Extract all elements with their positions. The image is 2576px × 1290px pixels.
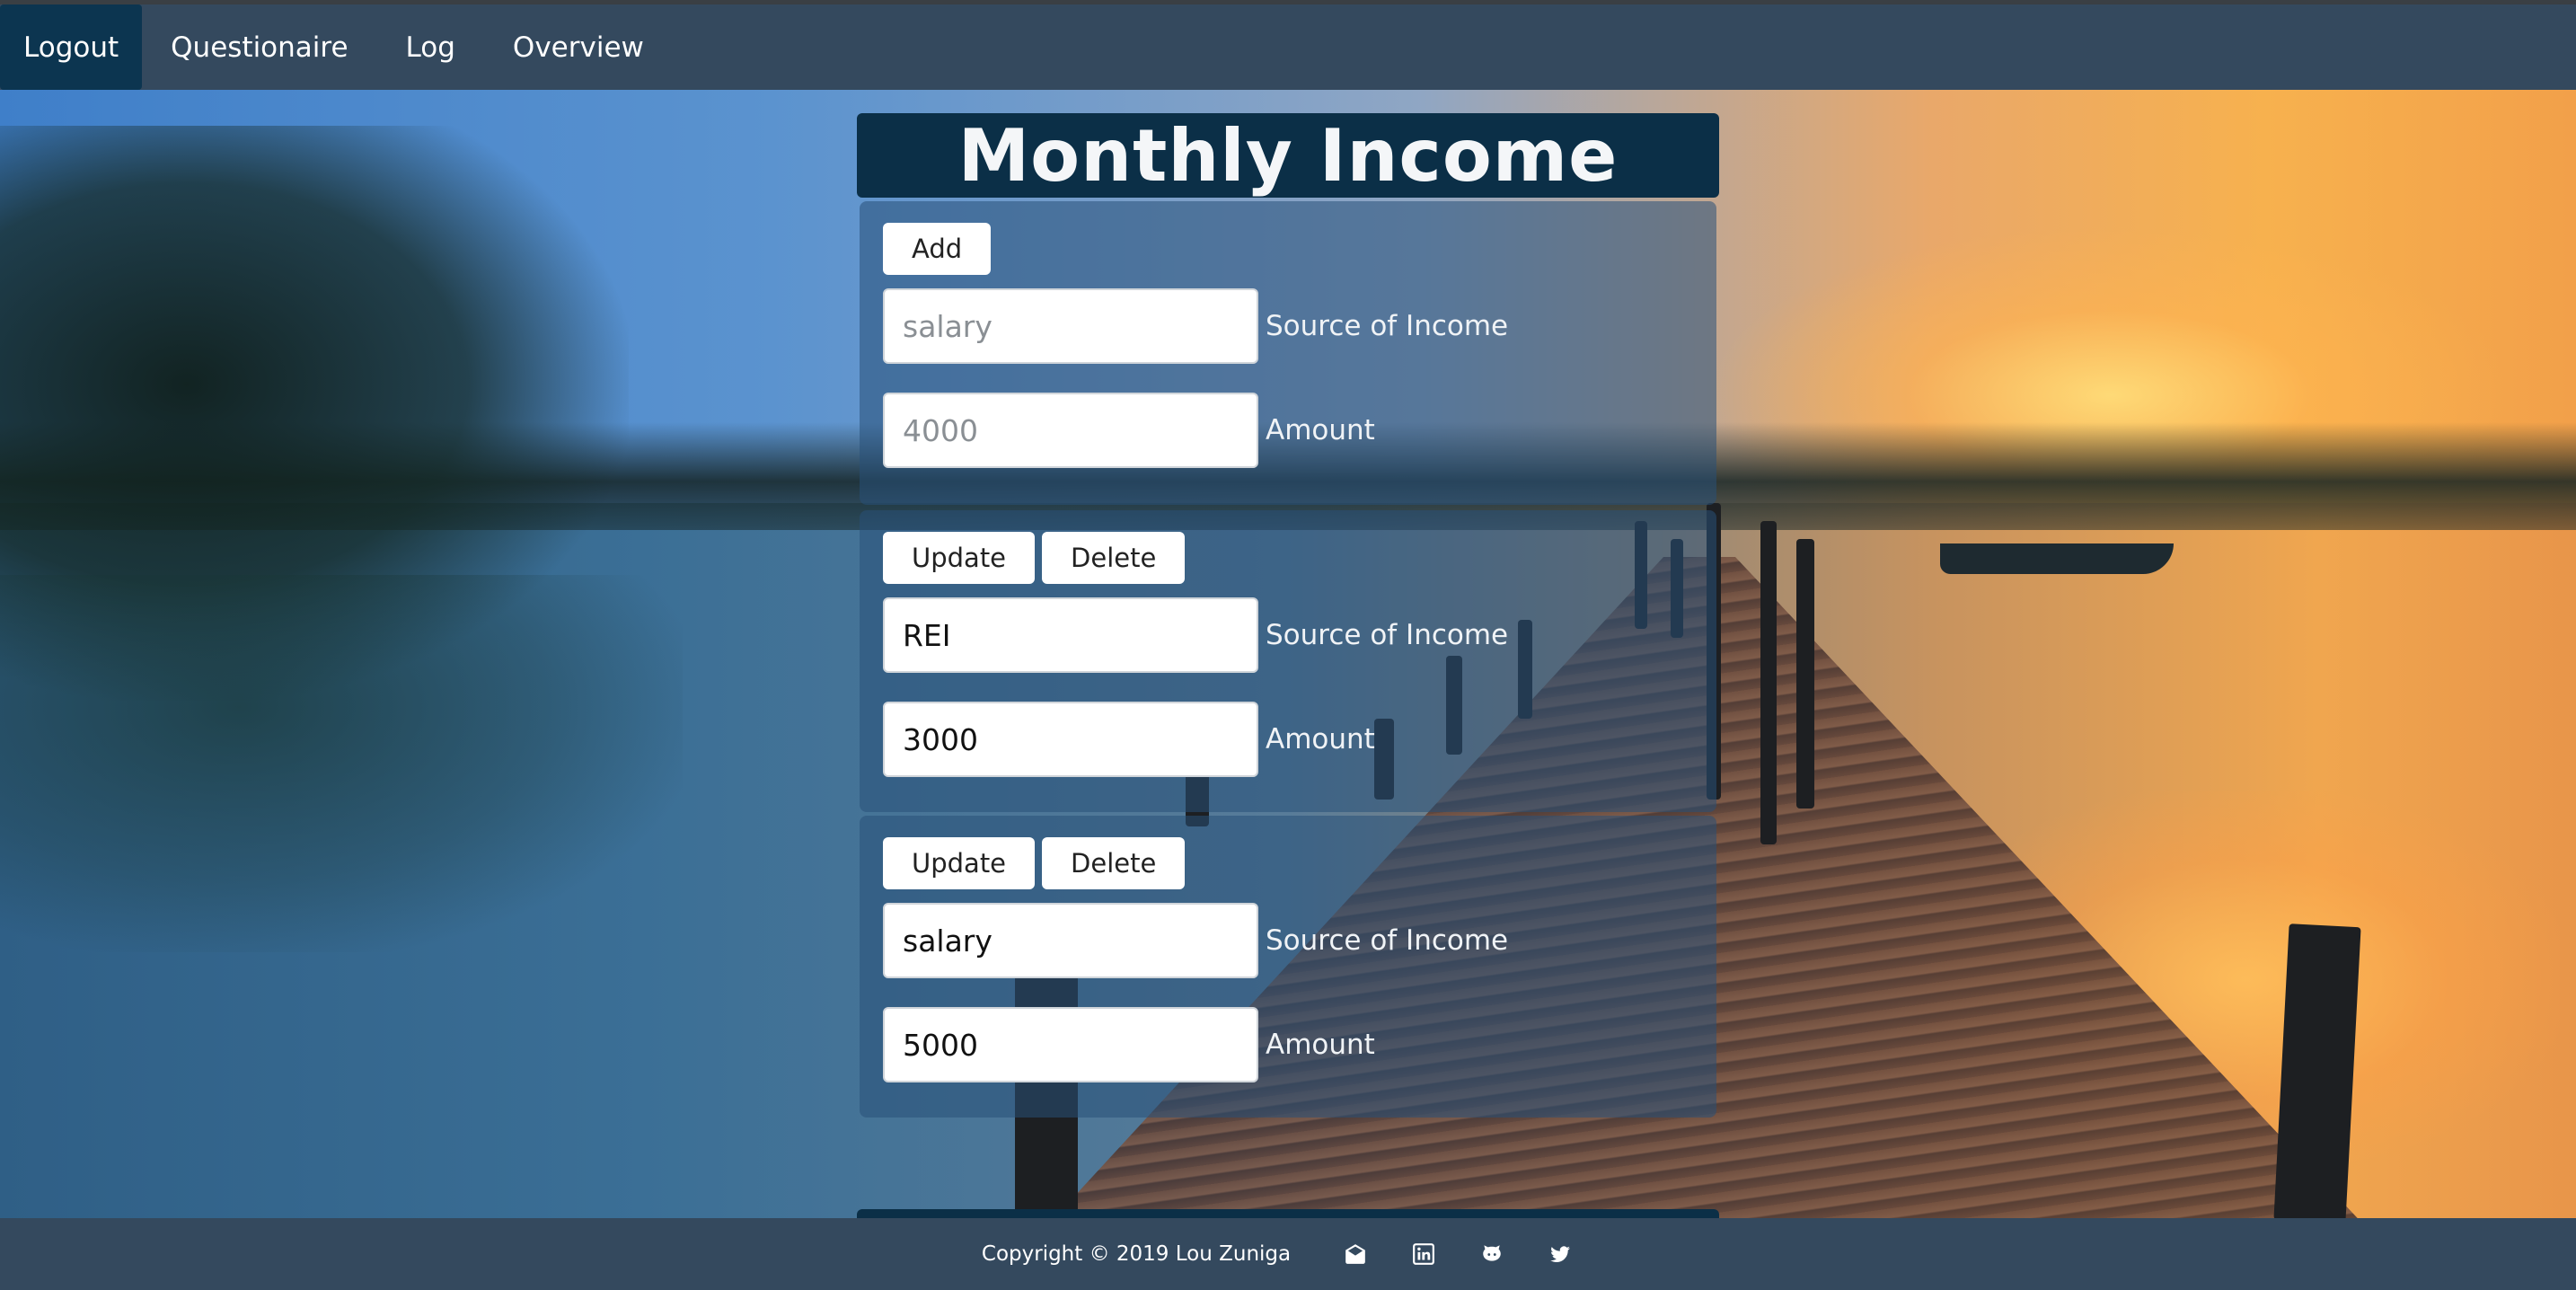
source-input[interactable]: [883, 288, 1258, 364]
amount-label: Amount: [1266, 723, 1375, 755]
entry-button-row: Update Delete: [883, 837, 1693, 889]
entry-button-row: Update Delete: [883, 532, 1693, 584]
page-title-box: Monthly Income: [857, 113, 1719, 198]
delete-button[interactable]: Delete: [1042, 837, 1186, 889]
mail-icon[interactable]: [1337, 1236, 1373, 1272]
add-button-row: Add: [883, 223, 1693, 275]
nav-overview[interactable]: Overview: [484, 4, 673, 90]
update-button[interactable]: Update: [883, 532, 1036, 584]
source-label: Source of Income: [1266, 924, 1509, 957]
nav-logout[interactable]: Logout: [0, 4, 143, 90]
amount-input[interactable]: [883, 702, 1258, 777]
source-row: Source of Income: [883, 903, 1693, 978]
source-input[interactable]: [883, 597, 1258, 673]
github-icon[interactable]: [1474, 1236, 1510, 1272]
copyright-text: Copyright © 2019 Lou Zuniga: [981, 1242, 1292, 1266]
footer: Copyright © 2019 Lou Zuniga: [0, 1218, 2576, 1290]
amount-input[interactable]: [883, 1007, 1258, 1082]
navbar: Logout Questionaire Log Overview: [0, 4, 2576, 90]
amount-row: Amount: [883, 393, 1693, 468]
add-button[interactable]: Add: [883, 223, 992, 275]
page-title: Monthly Income: [957, 113, 1619, 198]
amount-label: Amount: [1266, 414, 1375, 446]
income-entry: Update Delete Source of Income Amount: [860, 510, 1716, 812]
amount-row: Amount: [883, 702, 1693, 777]
twitter-icon[interactable]: [1542, 1236, 1578, 1272]
delete-button[interactable]: Delete: [1042, 532, 1186, 584]
income-entry: Update Delete Source of Income Amount: [860, 816, 1716, 1118]
source-row: Source of Income: [883, 288, 1693, 364]
amount-input[interactable]: [883, 393, 1258, 468]
nav-questionaire[interactable]: Questionaire: [142, 4, 376, 90]
add-income-card: Add Source of Income Amount: [860, 201, 1716, 505]
source-label: Source of Income: [1266, 310, 1509, 342]
source-row: Source of Income: [883, 597, 1693, 673]
source-input[interactable]: [883, 903, 1258, 978]
update-button[interactable]: Update: [883, 837, 1036, 889]
amount-label: Amount: [1266, 1029, 1375, 1061]
source-label: Source of Income: [1266, 619, 1509, 651]
amount-row: Amount: [883, 1007, 1693, 1082]
linkedin-icon[interactable]: [1406, 1236, 1442, 1272]
nav-log[interactable]: Log: [377, 4, 484, 90]
